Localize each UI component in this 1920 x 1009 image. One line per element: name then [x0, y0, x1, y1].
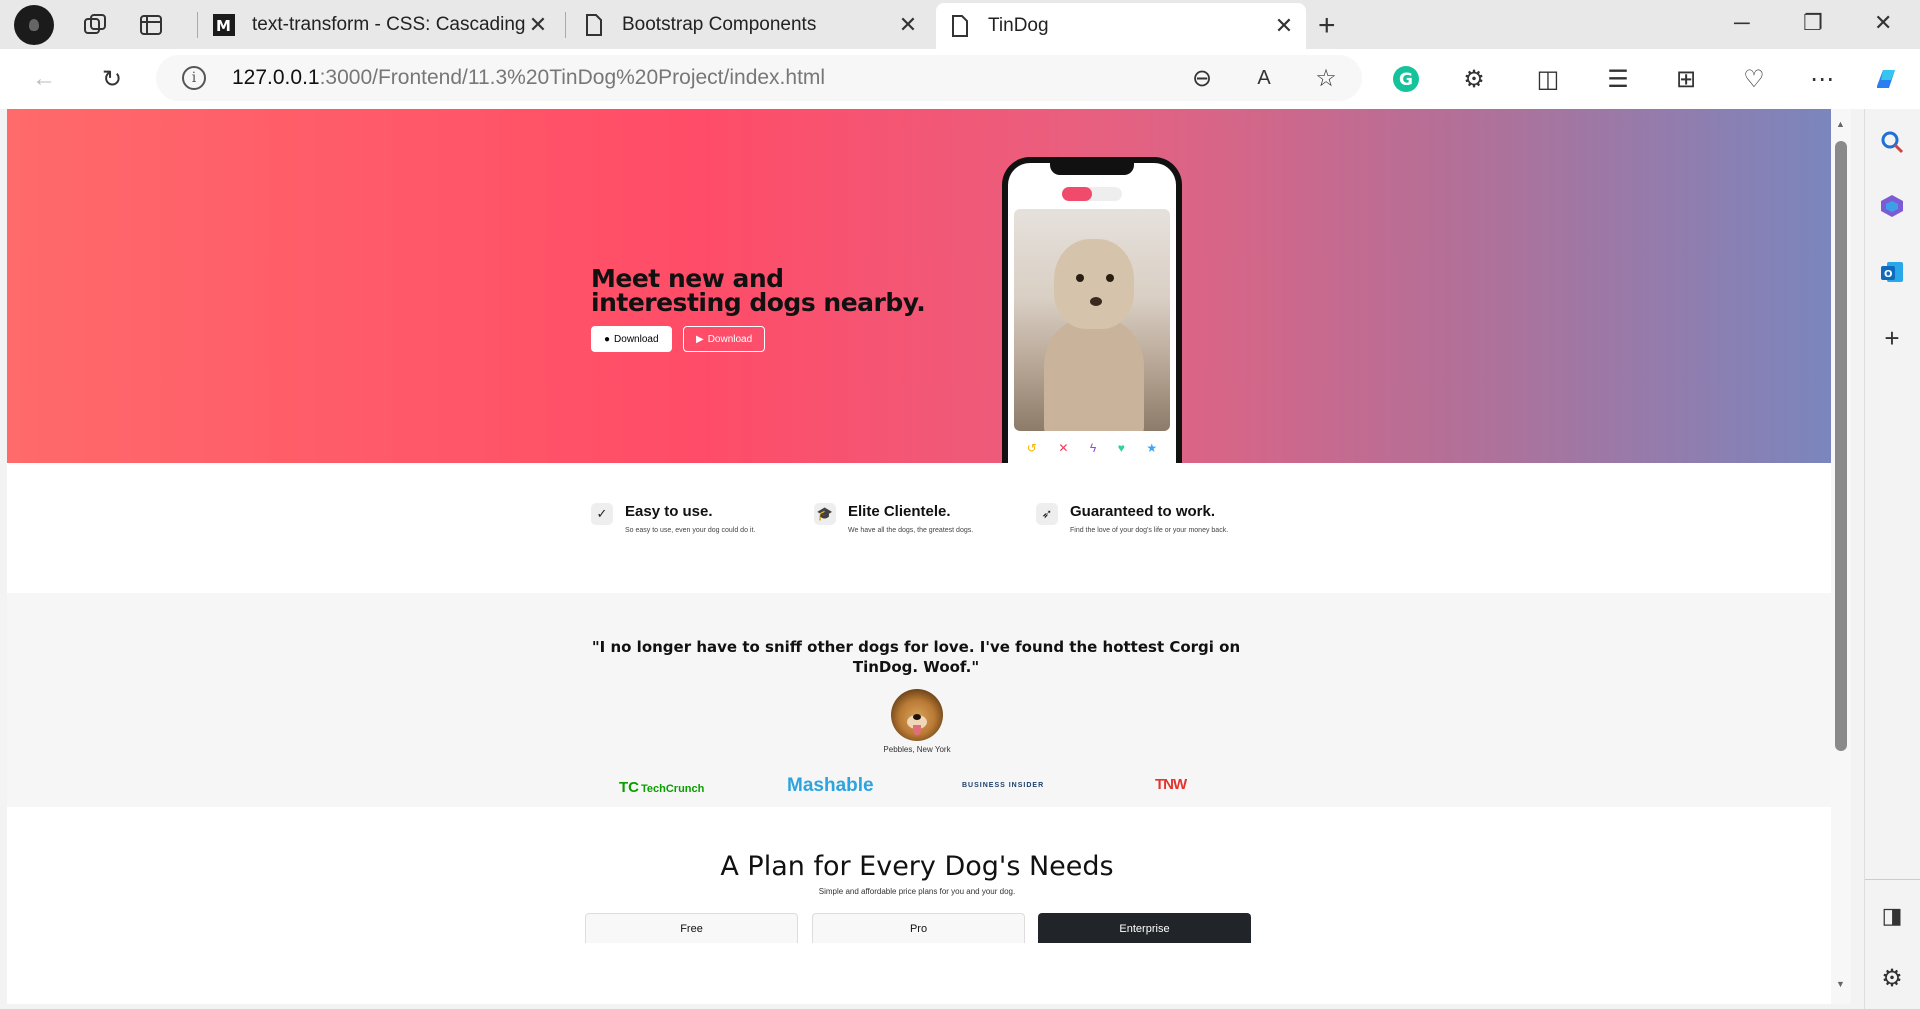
grammarly-icon[interactable]: G: [1390, 63, 1422, 95]
pricing-section: A Plan for Every Dog's Needs Simple and …: [7, 807, 1831, 1004]
tab-mdn[interactable]: M text-transform - CSS: Cascading S ✕: [200, 4, 560, 45]
url-text: 127.0.0.1:3000/Frontend/11.3%20TinDog%20…: [232, 66, 826, 89]
download-play-button[interactable]: ▶ Download: [683, 326, 766, 352]
testimonial-caption: Pebbles, New York: [883, 745, 951, 754]
scroll-down-icon[interactable]: ▼: [1836, 979, 1845, 989]
refresh-icon[interactable]: ↻: [96, 63, 128, 95]
check-circle-icon: ✓: [591, 503, 613, 525]
tab-title: text-transform - CSS: Cascading S: [252, 13, 528, 35]
page-icon: [948, 14, 972, 38]
tinder-toggle: [1062, 187, 1122, 201]
dog-avatar: [891, 689, 943, 741]
close-icon[interactable]: ✕: [898, 12, 918, 38]
minimize-icon[interactable]: ─: [1734, 10, 1750, 36]
graduation-cap-icon: 🎓: [814, 503, 836, 525]
mashable-logo: Mashable: [787, 775, 874, 796]
nope-icon: ✕: [1058, 441, 1069, 455]
scroll-thumb[interactable]: [1835, 141, 1847, 751]
page-icon: [582, 13, 606, 37]
testimonial-section: "I no longer have to sniff other dogs fo…: [7, 593, 1831, 807]
feature-text: Find the love of your dog's life or your…: [1070, 527, 1229, 534]
download-apple-button[interactable]: ● Download: [591, 326, 672, 352]
like-icon: ♥: [1117, 441, 1125, 455]
tab-title: TinDog: [988, 15, 1049, 36]
copilot-icon[interactable]: [1870, 63, 1902, 95]
page-scrollbar[interactable]: ▲ ▼: [1831, 109, 1851, 1004]
feature-text: So easy to use, even your dog could do i…: [625, 527, 756, 534]
tab-actions-icon[interactable]: [136, 10, 166, 40]
scroll-up-icon[interactable]: ▲: [1836, 119, 1845, 129]
rewind-icon: ↺: [1026, 441, 1037, 455]
testimonial-quote: "I no longer have to sniff other dogs fo…: [591, 638, 1241, 676]
pricing-subtitle: Simple and affordable price plans for yo…: [818, 887, 1016, 896]
info-icon[interactable]: i: [182, 66, 206, 90]
sidebar-toggle-icon[interactable]: ◨: [1875, 899, 1909, 933]
more-icon[interactable]: ⋯: [1806, 63, 1838, 95]
mdn-logo-icon: M: [212, 13, 236, 37]
edge-sidebar: O + ◨ ⚙: [1864, 109, 1920, 1009]
feature-title: Elite Clientele.: [848, 503, 951, 520]
favorite-star-icon[interactable]: ☆: [1310, 62, 1342, 94]
search-icon[interactable]: [1875, 125, 1909, 159]
zoom-out-icon[interactable]: ⊖: [1186, 62, 1218, 94]
add-icon[interactable]: +: [1875, 321, 1909, 355]
extensions-icon[interactable]: ⚙: [1458, 63, 1490, 95]
svg-text:M: M: [216, 17, 231, 35]
microsoft-365-icon[interactable]: [1875, 189, 1909, 223]
settings-gear-icon[interactable]: ⚙: [1875, 961, 1909, 995]
profile-avatar[interactable]: [14, 4, 54, 45]
apple-icon: ●: [604, 333, 611, 345]
techcrunch-logo: TC TechCrunch: [619, 779, 705, 796]
browser-toolbar: ← ↻ i 127.0.0.1:3000/Frontend/11.3%20Tin…: [0, 49, 1920, 109]
play-icon: ▶: [696, 333, 704, 345]
favorites-icon[interactable]: ☰: [1602, 63, 1634, 95]
swipe-actions: ↺ ✕ ϟ ♥ ★: [1016, 441, 1168, 455]
dog-photo: [1014, 209, 1170, 431]
plan-free[interactable]: Free: [585, 913, 798, 943]
new-tab-icon[interactable]: +: [1318, 9, 1336, 43]
superlike-icon: ★: [1146, 441, 1158, 455]
tab-tindog[interactable]: TinDog ✕: [936, 3, 1306, 49]
business-insider-logo: BUSINESS INSIDER: [962, 782, 1045, 789]
pricing-title: A Plan for Every Dog's Needs: [720, 851, 1114, 882]
close-icon[interactable]: ✕: [1274, 13, 1294, 39]
collections-icon[interactable]: ⊞: [1670, 63, 1702, 95]
boost-icon: ϟ: [1089, 441, 1097, 455]
close-window-icon[interactable]: ✕: [1874, 10, 1892, 36]
svg-text:O: O: [1884, 269, 1893, 280]
heart-arrow-icon: ➶: [1036, 503, 1058, 525]
features-section: ✓ Easy to use. So easy to use, even your…: [7, 463, 1831, 593]
feature-title: Guaranteed to work.: [1070, 503, 1216, 520]
browser-essentials-icon[interactable]: ♡: [1738, 63, 1770, 95]
outlook-icon[interactable]: O: [1875, 255, 1909, 289]
plan-pro[interactable]: Pro: [812, 913, 1025, 943]
feature-title: Easy to use.: [625, 503, 713, 520]
hero-headline: Meet new and interesting dogs nearby.: [591, 264, 926, 317]
tnw-logo: TNW: [1155, 776, 1187, 793]
page-viewport: Meet new and interesting dogs nearby. ● …: [7, 109, 1831, 1004]
restore-icon[interactable]: ❐: [1803, 10, 1823, 36]
back-icon[interactable]: ←: [28, 63, 60, 95]
feature-text: We have all the dogs, the greatest dogs.: [848, 527, 974, 534]
split-screen-icon[interactable]: ◫: [1532, 63, 1564, 95]
tab-bootstrap[interactable]: Bootstrap Components ✕: [570, 4, 930, 45]
workspaces-icon[interactable]: [80, 10, 110, 40]
svg-text:G: G: [1399, 70, 1413, 90]
close-icon[interactable]: ✕: [528, 12, 548, 38]
read-aloud-icon[interactable]: A: [1248, 62, 1280, 94]
phone-mockup-image: ↺ ✕ ϟ ♥ ★: [1002, 157, 1182, 477]
plan-enterprise[interactable]: Enterprise: [1038, 913, 1251, 943]
hero-section: Meet new and interesting dogs nearby. ● …: [7, 109, 1831, 477]
tab-title: Bootstrap Components: [622, 13, 817, 35]
address-bar[interactable]: i 127.0.0.1:3000/Frontend/11.3%20TinDog%…: [156, 55, 1362, 101]
